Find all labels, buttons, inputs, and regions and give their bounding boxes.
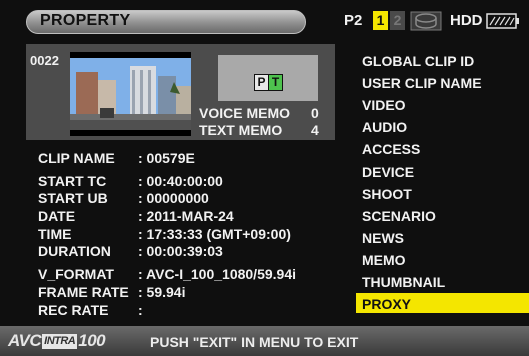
battery-icon: [486, 13, 519, 29]
time-value: : 17:33:33 (GMT+09:00): [138, 226, 291, 242]
page-title: PROPERTY: [40, 12, 131, 29]
card-slot-1-indicator: 1: [373, 11, 388, 30]
clip-name-label: CLIP NAME: [38, 150, 115, 166]
drive-icon: [410, 11, 442, 31]
v-format-value: : AVC-I_100_1080/59.94i: [138, 266, 296, 282]
menu-item-audio[interactable]: AUDIO: [362, 119, 407, 135]
clip-name-value: : 00579E: [138, 150, 195, 166]
date-value: : 2011-MAR-24: [138, 208, 234, 224]
duration-label: DURATION: [38, 243, 111, 259]
pt-badge: P T: [254, 74, 283, 91]
voice-memo-count: 0: [311, 105, 319, 121]
menu-item-shoot[interactable]: SHOOT: [362, 186, 412, 202]
frame-rate-value: : 59.94i: [138, 284, 186, 300]
avc-intra-logo: AVC INTRA 100: [8, 331, 106, 351]
logo-intra-text: INTRA: [42, 333, 78, 349]
frame-rate-label: FRAME RATE: [38, 284, 129, 300]
duration-value: : 00:00:39:03: [138, 243, 223, 259]
rec-rate-value: :: [138, 302, 143, 318]
menu-item-access[interactable]: ACCESS: [362, 141, 420, 157]
menu-item-video[interactable]: VIDEO: [362, 97, 406, 113]
proxy-indicator: P: [255, 75, 269, 90]
menu-item-news[interactable]: NEWS: [362, 230, 404, 246]
menu-item-scenario[interactable]: SCENARIO: [362, 208, 436, 224]
text-memo-label: TEXT MEMO: [199, 122, 283, 138]
p2-label: P2: [344, 12, 363, 29]
hdd-label: HDD: [450, 12, 483, 29]
text-memo-count: 4: [311, 122, 319, 138]
menu-item-device[interactable]: DEVICE: [362, 164, 414, 180]
clip-thumbnail: [70, 52, 191, 136]
card-slot-2-indicator: 2: [390, 11, 405, 30]
text-memo-indicator: T: [269, 75, 282, 90]
property-screen: PROPERTY P2 1 2 HDD 0022 P T VOICE MEMO …: [0, 0, 529, 356]
voice-memo-label: VOICE MEMO: [199, 105, 291, 121]
start-tc-value: : 00:40:00:00: [138, 173, 223, 189]
logo-avc-text: AVC: [8, 331, 42, 350]
start-ub-label: START UB: [38, 190, 108, 206]
clip-number: 0022: [30, 53, 59, 68]
menu-item-memo[interactable]: MEMO: [362, 252, 406, 268]
date-label: DATE: [38, 208, 76, 224]
menu-item-user-clip-name[interactable]: USER CLIP NAME: [362, 75, 482, 91]
menu-item-thumbnail[interactable]: THUMBNAIL: [362, 274, 445, 290]
rec-rate-label: REC RATE: [38, 302, 109, 318]
start-ub-value: : 00000000: [138, 190, 209, 206]
menu-item-proxy[interactable]: PROXY: [362, 296, 411, 312]
v-format-label: V_FORMAT: [38, 266, 114, 282]
menu-item-global-clip-id[interactable]: GLOBAL CLIP ID: [362, 53, 474, 69]
time-label: TIME: [38, 226, 72, 242]
start-tc-label: START TC: [38, 173, 107, 189]
exit-instruction: PUSH "EXIT" IN MENU TO EXIT: [150, 334, 359, 350]
logo-100-text: 100: [78, 331, 106, 350]
